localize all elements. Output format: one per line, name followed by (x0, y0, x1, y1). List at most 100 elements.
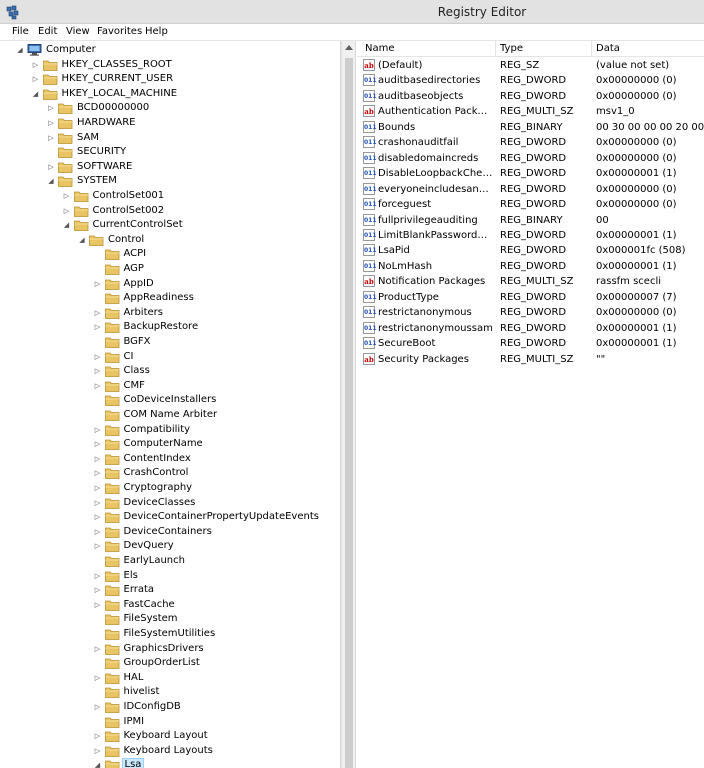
tree-item[interactable]: ◢ CurrentControlSet (0, 218, 340, 232)
value-row[interactable]: 011 Bounds REG_BINARY 00 30 00 00 00 20 00 … (357, 120, 704, 135)
tree-item[interactable]: CoDeviceInstallers (0, 393, 340, 407)
expand-arrow-icon[interactable]: ▷ (94, 586, 102, 594)
value-row[interactable]: 011 auditbaseobjects REG_DWORD 0x00000000 (… (357, 89, 704, 104)
menu-help[interactable]: Help (145, 26, 168, 37)
tree-item[interactable]: ▷ Arbiters (0, 306, 340, 320)
value-row[interactable]: ab Security Packages REG_MULTI_SZ "" (357, 352, 704, 367)
expand-arrow-icon[interactable]: ▷ (94, 280, 102, 288)
tree-item[interactable]: ▷ CrashControl (0, 466, 340, 480)
tree-item[interactable]: ◢ HKEY_LOCAL_MACHINE (0, 87, 340, 101)
tree-item[interactable]: IPMI (0, 715, 340, 729)
tree-item[interactable]: ▷ SOFTWARE (0, 160, 340, 174)
value-row[interactable]: 011 DisableLoopbackCheck REG_DWORD 0x000000… (357, 166, 704, 181)
value-row[interactable]: 011 SecureBoot REG_DWORD 0x00000001 (1) (357, 336, 704, 351)
expand-arrow-icon[interactable]: ▷ (94, 499, 102, 507)
tree-item[interactable]: GroupOrderList (0, 656, 340, 670)
value-row[interactable]: 011 restrictanonymoussam REG_DWORD 0x000000… (357, 321, 704, 336)
value-row[interactable]: 011 fullprivilegeauditing REG_BINARY 00 (357, 213, 704, 228)
tree-item[interactable]: ▷ FastCache (0, 598, 340, 612)
tree-item[interactable]: ▷ HARDWARE (0, 116, 340, 130)
tree-item[interactable]: ▷ CMF (0, 379, 340, 393)
tree-item[interactable]: ▷ GraphicsDrivers (0, 642, 340, 656)
tree-item[interactable]: ▷ DevQuery (0, 539, 340, 553)
expand-arrow-icon[interactable]: ▷ (94, 367, 102, 375)
header-name[interactable]: Name (365, 43, 395, 54)
tree-item[interactable]: ▷ Compatibility (0, 423, 340, 437)
value-row[interactable]: 011 NoLmHash REG_DWORD 0x00000001 (1) (357, 259, 704, 274)
menu-view[interactable]: View (66, 26, 90, 37)
expand-arrow-icon[interactable]: ▷ (94, 703, 102, 711)
expand-arrow-icon[interactable]: ▷ (94, 528, 102, 536)
tree-item[interactable]: ▷ HKEY_CURRENT_USER (0, 72, 340, 86)
tree-item[interactable]: ▷ BCD00000000 (0, 101, 340, 115)
tree-item[interactable]: FileSystem (0, 612, 340, 626)
tree-item[interactable]: ◢ Lsa (0, 758, 340, 768)
tree-item[interactable]: COM Name Arbiter (0, 408, 340, 422)
tree-item[interactable]: EarlyLaunch (0, 554, 340, 568)
tree-item[interactable]: ▷ DeviceContainers (0, 525, 340, 539)
tree-item[interactable]: AppReadiness (0, 291, 340, 305)
expand-arrow-icon[interactable]: ▷ (94, 572, 102, 580)
scroll-up-icon[interactable] (345, 45, 353, 50)
tree-item[interactable]: ▷ IDConfigDB (0, 700, 340, 714)
tree-item[interactable]: ▷ SAM (0, 131, 340, 145)
collapse-arrow-icon[interactable]: ◢ (32, 90, 40, 98)
tree-item[interactable]: ◢ SYSTEM (0, 174, 340, 188)
collapse-arrow-icon[interactable]: ◢ (16, 46, 24, 54)
collapse-arrow-icon[interactable]: ◢ (47, 177, 55, 185)
expand-arrow-icon[interactable]: ▷ (94, 309, 102, 317)
expand-arrow-icon[interactable]: ▷ (94, 513, 102, 521)
expand-arrow-icon[interactable]: ▷ (47, 134, 55, 142)
expand-arrow-icon[interactable]: ▷ (63, 207, 71, 215)
menu-file[interactable]: File (12, 26, 29, 37)
value-row[interactable]: ab Notification Packages REG_MULTI_SZ rassf… (357, 274, 704, 289)
value-list[interactable]: Name Type Data ab (Default) REG_SZ (value n… (357, 41, 704, 768)
tree-item[interactable]: ▷ BackupRestore (0, 320, 340, 334)
expand-arrow-icon[interactable]: ▷ (94, 542, 102, 550)
value-row[interactable]: 011 LimitBlankPasswordUse REG_DWORD 0x00000… (357, 228, 704, 243)
value-row[interactable]: 011 disabledomaincreds REG_DWORD 0x00000000… (357, 151, 704, 166)
value-row[interactable]: 011 restrictanonymous REG_DWORD 0x00000000 … (357, 305, 704, 320)
tree-item[interactable]: ▷ ComputerName (0, 437, 340, 451)
expand-arrow-icon[interactable]: ▷ (94, 382, 102, 390)
tree-item[interactable]: ▷ Els (0, 569, 340, 583)
scroll-thumb[interactable] (345, 58, 353, 768)
expand-arrow-icon[interactable]: ▷ (94, 323, 102, 331)
expand-arrow-icon[interactable]: ▷ (47, 119, 55, 127)
tree-item[interactable]: ▷ DeviceContainerPropertyUpdateEvents (0, 510, 340, 524)
tree-item[interactable]: ▷ Errata (0, 583, 340, 597)
expand-arrow-icon[interactable]: ▷ (94, 455, 102, 463)
expand-arrow-icon[interactable]: ▷ (47, 163, 55, 171)
tree-item[interactable]: ▷ HKEY_CLASSES_ROOT (0, 58, 340, 72)
tree-item[interactable]: ◢ Computer (0, 43, 340, 57)
tree-item[interactable]: ▷ CI (0, 350, 340, 364)
tree-item[interactable]: AGP (0, 262, 340, 276)
menu-favorites[interactable]: Favorites (97, 26, 142, 37)
expand-arrow-icon[interactable]: ▷ (94, 732, 102, 740)
value-row[interactable]: 011 LsaPid REG_DWORD 0x000001fc (508) (357, 243, 704, 258)
tree-item[interactable]: FileSystemUtilities (0, 627, 340, 641)
header-type[interactable]: Type (500, 43, 523, 54)
tree-item[interactable]: hivelist (0, 685, 340, 699)
tree-item[interactable]: ◢ Control (0, 233, 340, 247)
tree-item[interactable]: ▷ ControlSet001 (0, 189, 340, 203)
tree-item[interactable]: ▷ HAL (0, 671, 340, 685)
collapse-arrow-icon[interactable]: ◢ (63, 221, 71, 229)
tree-item[interactable]: ▷ ContentIndex (0, 452, 340, 466)
menu-edit[interactable]: Edit (38, 26, 57, 37)
value-row[interactable]: 011 everyoneincludesanony... REG_DWORD 0x00… (357, 182, 704, 197)
value-row[interactable]: 011 crashonauditfail REG_DWORD 0x00000000 (… (357, 135, 704, 150)
expand-arrow-icon[interactable]: ▷ (32, 61, 40, 69)
value-row[interactable]: 011 ProductType REG_DWORD 0x00000007 (7) (357, 290, 704, 305)
tree-item[interactable]: ▷ Cryptography (0, 481, 340, 495)
collapse-arrow-icon[interactable]: ◢ (78, 236, 86, 244)
expand-arrow-icon[interactable]: ▷ (47, 104, 55, 112)
tree-item[interactable]: SECURITY (0, 145, 340, 159)
expand-arrow-icon[interactable]: ▷ (94, 426, 102, 434)
collapse-arrow-icon[interactable]: ◢ (94, 761, 102, 768)
expand-arrow-icon[interactable]: ▷ (94, 645, 102, 653)
expand-arrow-icon[interactable]: ▷ (63, 192, 71, 200)
value-row[interactable]: ab (Default) REG_SZ (value not set) (357, 58, 704, 73)
expand-arrow-icon[interactable]: ▷ (94, 440, 102, 448)
expand-arrow-icon[interactable]: ▷ (94, 674, 102, 682)
